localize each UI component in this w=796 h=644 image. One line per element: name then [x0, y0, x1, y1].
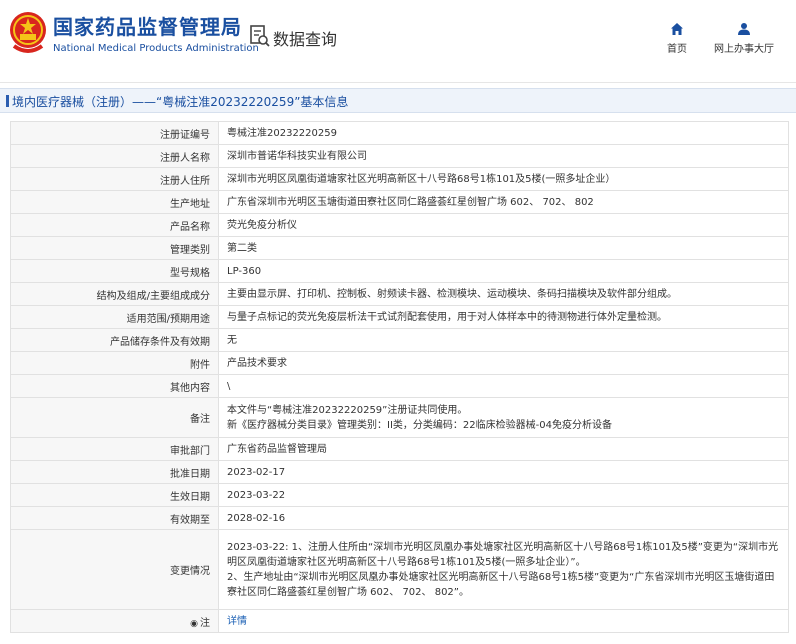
table-row: ◉ 注 详情: [10, 609, 789, 633]
field-value: 产品技术要求: [218, 351, 789, 375]
field-label: 生效日期: [10, 483, 219, 507]
table-row: 生产地址 广东省深圳市光明区玉塘街道田寮社区同仁路盛荟红星创智广场 602、 7…: [10, 190, 789, 214]
field-value: 第二类: [218, 236, 789, 260]
table-row: 管理类别 第二类: [10, 236, 789, 260]
table-row: 批准日期 2023-02-17: [10, 460, 789, 484]
field-label: 审批部门: [10, 437, 219, 461]
field-value: 2028-02-16: [218, 506, 789, 530]
table-row: 附件 产品技术要求: [10, 351, 789, 375]
table-row: 型号规格 LP-360: [10, 259, 789, 283]
field-label: 附件: [10, 351, 219, 375]
user-icon: [738, 23, 750, 35]
national-emblem-icon: [10, 12, 46, 53]
remark-line: 本文件与“粤械注准20232220259”注册证共同使用。: [227, 404, 468, 416]
nav-online-office[interactable]: 网上办事大厅: [706, 22, 782, 55]
table-row: 产品储存条件及有效期 无: [10, 328, 789, 352]
field-label: 有效期至: [10, 506, 219, 530]
field-label: 结构及组成/主要组成成分: [10, 282, 219, 306]
details-link[interactable]: 详情: [227, 616, 247, 627]
field-value: 与量子点标记的荧光免疫层析法干式试剂配套使用，用于对人体样本中的待测物进行体外定…: [218, 305, 789, 329]
nav-online-office-label: 网上办事大厅: [714, 44, 774, 55]
table-row: 其他内容 \: [10, 374, 789, 398]
field-value: 深圳市光明区凤凰街道塘家社区光明高新区十八号路68号1栋101及5楼(一照多址企…: [218, 167, 789, 191]
field-label: 适用范围/预期用途: [10, 305, 219, 329]
table-row: 审批部门 广东省药品监督管理局: [10, 437, 789, 461]
table-row: 备注 本文件与“粤械注准20232220259”注册证共同使用。 新《医疗器械分…: [10, 397, 789, 438]
field-label: 其他内容: [10, 374, 219, 398]
field-value: 荧光免疫分析仪: [218, 213, 789, 237]
table-row: 生效日期 2023-03-22: [10, 483, 789, 507]
field-label: 管理类别: [10, 236, 219, 260]
page-title-bar: 境内医疗器械（注册）——“粤械注准20232220259”基本信息: [0, 88, 796, 113]
table-row: 结构及组成/主要组成成分 主要由显示屏、打印机、控制板、射频读卡器、检测模块、运…: [10, 282, 789, 306]
field-label: 型号规格: [10, 259, 219, 283]
site-logo-subtitle[interactable]: National Medical Products Administration: [53, 43, 259, 54]
registration-info-table: 注册证编号 粤械注准20232220259 注册人名称 深圳市普诺华科技实业有限…: [10, 121, 789, 633]
field-label: 产品储存条件及有效期: [10, 328, 219, 352]
nav-home-label: 首页: [667, 44, 687, 55]
field-value: 广东省药品监督管理局: [218, 437, 789, 461]
field-label: 批准日期: [10, 460, 219, 484]
field-label: 变更情况: [10, 529, 219, 610]
header-divider: [0, 82, 796, 83]
field-value: 深圳市普诺华科技实业有限公司: [218, 144, 789, 168]
table-row: 变更情况 2023-03-22: 1、注册人住所由“深圳市光明区凤凰办事处塘家社…: [10, 529, 789, 610]
field-value: 无: [218, 328, 789, 352]
field-label: 注册人住所: [10, 167, 219, 191]
field-label: 生产地址: [10, 190, 219, 214]
data-query-label: 数据查询: [273, 30, 338, 49]
field-label: 注册证编号: [10, 121, 219, 145]
field-label: 注册人名称: [10, 144, 219, 168]
field-value: 2023-03-22: [218, 483, 789, 507]
field-value: 广东省深圳市光明区玉塘街道田寮社区同仁路盛荟红星创智广场 602、 702、 8…: [218, 190, 789, 214]
change-record-line: 2、生产地址由“深圳市光明区凤凰办事处塘家社区光明高新区十八号路68号1栋5楼”…: [227, 571, 775, 598]
field-value: 主要由显示屏、打印机、控制板、射频读卡器、检测模块、运动模块、条码扫描模块及软件…: [218, 282, 789, 306]
field-label: ◉ 注: [10, 609, 219, 633]
table-row: 注册证编号 粤械注准20232220259: [10, 121, 789, 145]
note-label: 注: [200, 617, 210, 629]
site-logo-title[interactable]: 国家药品监督管理局: [53, 11, 242, 40]
location-pin-icon: ◉: [190, 618, 198, 629]
table-row: 注册人名称 深圳市普诺华科技实业有限公司: [10, 144, 789, 168]
home-icon: [671, 23, 683, 35]
table-row: 注册人住所 深圳市光明区凤凰街道塘家社区光明高新区十八号路68号1栋101及5楼…: [10, 167, 789, 191]
field-value: 粤械注准20232220259: [218, 121, 789, 145]
field-value: \: [218, 374, 789, 398]
data-query-icon: [250, 25, 270, 47]
field-value: LP-360: [218, 259, 789, 283]
field-value: 2023-02-17: [218, 460, 789, 484]
site-header: 国家药品监督管理局 National Medical Products Admi…: [0, 0, 796, 82]
table-row: 产品名称 荧光免疫分析仪: [10, 213, 789, 237]
page-title: 境内医疗器械（注册）——“粤械注准20232220259”基本信息: [12, 95, 349, 109]
change-record-line: 2023-03-22: 1、注册人住所由“深圳市光明区凤凰办事处塘家社区光明高新…: [227, 541, 779, 568]
field-label: 产品名称: [10, 213, 219, 237]
remark-line: 新《医疗器械分类目录》管理类别：II类，分类编码：22临床检验器械-04免疫分析…: [227, 419, 612, 431]
nav-home[interactable]: 首页: [660, 22, 694, 55]
field-value: 本文件与“粤械注准20232220259”注册证共同使用。 新《医疗器械分类目录…: [218, 397, 789, 438]
field-value: 2023-03-22: 1、注册人住所由“深圳市光明区凤凰办事处塘家社区光明高新…: [218, 529, 789, 610]
field-value: 详情: [218, 609, 789, 633]
field-label: 备注: [10, 397, 219, 438]
table-row: 适用范围/预期用途 与量子点标记的荧光免疫层析法干式试剂配套使用，用于对人体样本…: [10, 305, 789, 329]
table-row: 有效期至 2028-02-16: [10, 506, 789, 530]
title-accent-bar: [6, 95, 9, 107]
